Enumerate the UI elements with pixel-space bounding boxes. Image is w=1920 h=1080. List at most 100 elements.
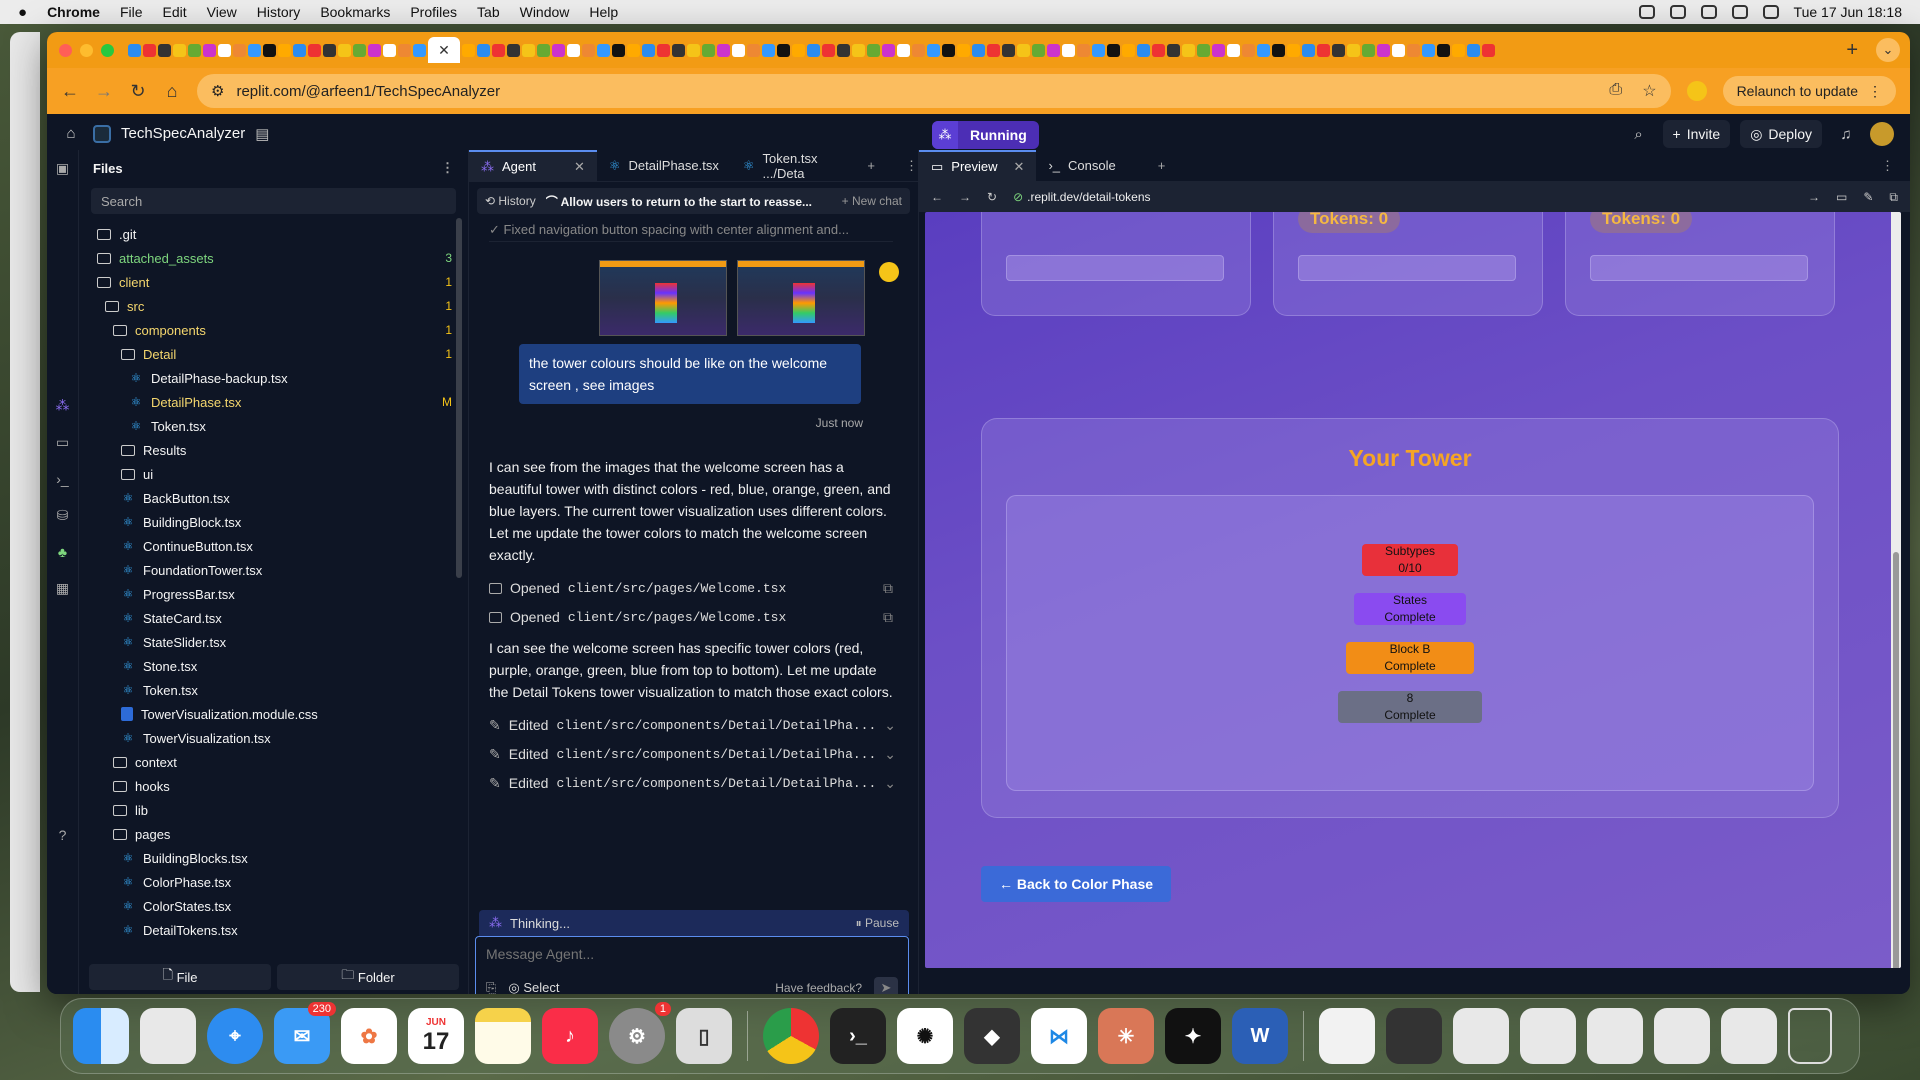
- tab-favicon[interactable]: [218, 43, 231, 57]
- tab-favicon[interactable]: [852, 43, 865, 57]
- deployments-icon[interactable]: ♣: [58, 544, 67, 560]
- tower-layer[interactable]: Block B Complete: [1346, 642, 1474, 674]
- token-slider[interactable]: [1006, 255, 1224, 281]
- file-explorer-icon[interactable]: ▣: [56, 160, 69, 177]
- open-file-icon[interactable]: ⧉: [883, 609, 893, 626]
- file-item[interactable]: ⚛ TowerVisualization.tsx: [79, 726, 468, 750]
- folder-item[interactable]: client 1: [79, 270, 468, 294]
- file-item[interactable]: ⚛ BackButton.tsx: [79, 486, 468, 510]
- tower-layer[interactable]: Subtypes 0/10: [1362, 544, 1458, 576]
- file-item[interactable]: ⚛ ColorPhase.tsx: [79, 870, 468, 894]
- file-item[interactable]: ⚛ BuildingBlocks.tsx: [79, 846, 468, 870]
- new-window-icon[interactable]: ⧉: [1889, 190, 1898, 205]
- tab-favicon[interactable]: [173, 43, 186, 57]
- tab-favicon[interactable]: [882, 43, 895, 57]
- tab-favicon[interactable]: [792, 43, 805, 57]
- token-slider[interactable]: [1590, 255, 1808, 281]
- token-slider[interactable]: [1298, 255, 1516, 281]
- file-item[interactable]: ⚛ Token.tsx: [79, 414, 468, 438]
- window-thumbnail[interactable]: [1654, 1008, 1710, 1064]
- tab-favicon[interactable]: [657, 43, 670, 57]
- search-icon[interactable]: ⌕: [1625, 120, 1653, 148]
- window-thumbnail[interactable]: [1453, 1008, 1509, 1064]
- folder-item[interactable]: .git: [79, 222, 468, 246]
- tab-favicon[interactable]: [278, 43, 291, 57]
- action-edited[interactable]: ✎ Edited client/src/components/Detail/Deta…: [489, 771, 896, 795]
- tower-layer[interactable]: 8 Complete: [1338, 691, 1482, 723]
- tab-favicon[interactable]: [1407, 43, 1420, 57]
- tab-favicon[interactable]: [927, 43, 940, 57]
- control-center-icon[interactable]: [1762, 5, 1779, 19]
- tab-favicon[interactable]: [762, 43, 775, 57]
- tab-favicon[interactable]: [1392, 43, 1405, 57]
- tab-favicon[interactable]: [1212, 43, 1225, 57]
- attach-icon[interactable]: ⎘: [486, 980, 496, 994]
- tab-favicon[interactable]: [1167, 43, 1180, 57]
- tab-favicon[interactable]: [597, 43, 610, 57]
- calendar-icon[interactable]: JUN 17: [408, 1008, 464, 1064]
- tab-favicon[interactable]: [1002, 43, 1015, 57]
- menu-tab[interactable]: Tab: [477, 4, 500, 20]
- relaunch-button[interactable]: Relaunch to update ⋮: [1722, 76, 1896, 106]
- action-opened[interactable]: Opened client/src/pages/Welcome.tsx ⧉: [489, 576, 893, 600]
- action-edited[interactable]: ✎ Edited client/src/components/Detail/Deta…: [489, 713, 896, 737]
- tab-favicon[interactable]: [1362, 43, 1375, 57]
- mail-icon[interactable]: ✉ 230: [274, 1002, 336, 1064]
- tab-favicon[interactable]: [1092, 43, 1105, 57]
- tab-favicon[interactable]: [552, 43, 565, 57]
- tab-favicon[interactable]: [1077, 43, 1090, 57]
- back-icon[interactable]: ←: [931, 190, 943, 204]
- tab-favicon[interactable]: [383, 43, 396, 57]
- tab-favicon[interactable]: [567, 43, 580, 57]
- tab-favicon[interactable]: [837, 43, 850, 57]
- menu-file[interactable]: File: [120, 4, 143, 20]
- tab-favicon[interactable]: [717, 43, 730, 57]
- tab-favicon[interactable]: [1032, 43, 1045, 57]
- home-icon[interactable]: ⌂: [163, 81, 181, 102]
- preview-url-field[interactable]: ⊘ .replit.dev/detail-tokens: [1013, 190, 1792, 204]
- tab-favicon[interactable]: [368, 43, 381, 57]
- forward-icon[interactable]: →: [95, 81, 113, 102]
- music-icon[interactable]: ♪: [542, 1008, 598, 1064]
- tab-favicon[interactable]: [957, 43, 970, 57]
- tab-favicon[interactable]: [1152, 43, 1165, 57]
- tab-favicon[interactable]: [537, 43, 550, 57]
- wifi-icon[interactable]: [1700, 5, 1717, 19]
- tab-favicon[interactable]: [672, 43, 685, 57]
- file-item[interactable]: ⚛ Stone.tsx: [79, 654, 468, 678]
- status-icon[interactable]: [1669, 5, 1686, 19]
- finder-icon[interactable]: [73, 1008, 129, 1064]
- tab-detailphase[interactable]: ⚛ DetailPhase.tsx: [597, 150, 731, 182]
- tab-favicon[interactable]: [413, 43, 426, 57]
- device-icon[interactable]: ▭: [1836, 190, 1847, 204]
- file-item[interactable]: ⚛ FoundationTower.tsx: [79, 558, 468, 582]
- tab-favicon[interactable]: [582, 43, 595, 57]
- history-button[interactable]: ⟲ History: [485, 194, 536, 208]
- file-item[interactable]: ⚛ StateCard.tsx: [79, 606, 468, 630]
- tab-favicon[interactable]: [203, 43, 216, 57]
- tab-favicon[interactable]: [158, 43, 171, 57]
- home-icon[interactable]: ⌂: [57, 120, 85, 148]
- new-tab-button[interactable]: +: [1846, 39, 1858, 62]
- tab-favicon[interactable]: [308, 43, 321, 57]
- tab-favicon[interactable]: [627, 43, 640, 57]
- vscode-icon[interactable]: ⋈: [1031, 1008, 1087, 1064]
- tab-favicon[interactable]: [1302, 43, 1315, 57]
- tab-favicon[interactable]: [747, 43, 760, 57]
- action-opened[interactable]: Opened client/src/pages/Welcome.tsx ⧉: [489, 605, 893, 629]
- open-external-icon[interactable]: →: [1808, 190, 1820, 204]
- tab-favicon[interactable]: [1332, 43, 1345, 57]
- menu-window[interactable]: Window: [520, 4, 570, 20]
- tab-favicon[interactable]: [822, 43, 835, 57]
- thread-title[interactable]: ⌒ Allow users to return to the start to …: [546, 193, 812, 210]
- tab-favicon[interactable]: [338, 43, 351, 57]
- tab-favicon[interactable]: [233, 43, 246, 57]
- console-icon[interactable]: ›_: [56, 471, 68, 487]
- file-item[interactable]: ⚛ ColorStates.tsx: [79, 894, 468, 918]
- window-thumbnail[interactable]: [1386, 1008, 1442, 1064]
- minimize-window-button[interactable]: [80, 43, 93, 57]
- panel-menu-icon[interactable]: ⋮: [1881, 158, 1894, 174]
- tab-favicon[interactable]: [462, 43, 475, 57]
- terminal-icon[interactable]: ›_: [830, 1008, 886, 1064]
- add-tab-icon[interactable]: +: [1158, 158, 1166, 173]
